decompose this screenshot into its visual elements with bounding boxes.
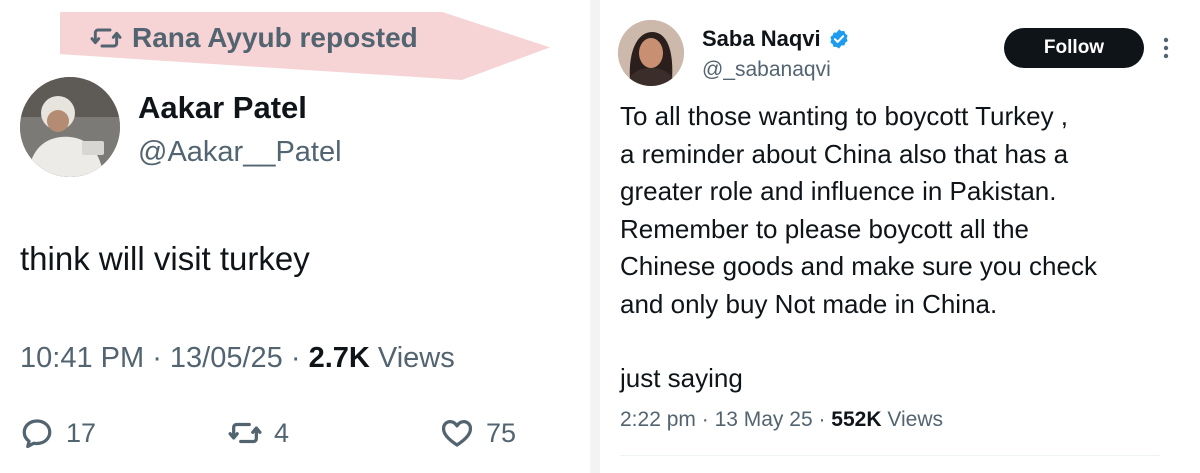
- author-handle[interactable]: @Aakar__Patel: [138, 136, 342, 169]
- author-name[interactable]: Saba Naqvi: [702, 26, 821, 52]
- repost-count: 4: [274, 417, 290, 448]
- like-button[interactable]: 75: [440, 416, 516, 450]
- tweet-text-line: greater role and influence in Pakistan.: [620, 176, 1057, 206]
- author-handle[interactable]: @_sabanaqvi: [702, 58, 850, 82]
- more-icon[interactable]: [1162, 36, 1170, 60]
- repost-context[interactable]: Rana Ayyub reposted: [90, 22, 418, 54]
- like-count: 75: [486, 417, 517, 448]
- divider: [620, 455, 1160, 456]
- tweet-meta: 10:41 PM · 13/05/25 · 2.7K Views: [20, 342, 455, 375]
- reply-button[interactable]: 17: [20, 416, 96, 450]
- reply-count: 17: [66, 417, 97, 448]
- tweet-text: think will visit turkey: [20, 240, 310, 277]
- verified-icon: [829, 29, 848, 49]
- tweet-text-line: Chinese goods and make sure you check: [620, 251, 1097, 281]
- author-info[interactable]: Saba Naqvi @_sabanaqvi: [702, 26, 850, 82]
- views-label: Views: [377, 342, 455, 374]
- meta-separator: ·: [152, 342, 170, 374]
- left-tweet-card: Rana Ayyub reposted Aakar Patel @Aakar__…: [0, 0, 590, 473]
- views-label: Views: [887, 408, 943, 431]
- repost-label: Rana Ayyub reposted: [132, 22, 418, 53]
- repost-icon: [228, 422, 262, 444]
- panel-gap: [590, 0, 600, 473]
- tweet-text-line: and only buy Not made in China.: [620, 288, 998, 319]
- reply-icon: [22, 419, 52, 449]
- tweet-text: To all those wanting to boycott Turkey ,…: [620, 98, 1195, 398]
- tweet-text-line: Remember to please boycott all the: [620, 213, 1029, 244]
- repost-icon: [90, 28, 122, 48]
- tweet-date[interactable]: 13 May 25: [715, 408, 813, 431]
- views-count: 2.7K: [308, 342, 370, 374]
- tweet-time[interactable]: 2:22 pm: [620, 408, 696, 431]
- tweet-time[interactable]: 10:41 PM: [20, 342, 144, 374]
- avatar[interactable]: [20, 77, 120, 177]
- author-info[interactable]: Aakar Patel @Aakar__Patel: [138, 90, 342, 169]
- avatar[interactable]: [618, 20, 684, 86]
- tweet-text-line: To all those wanting to boycott Turkey ,: [620, 101, 1069, 131]
- author-name[interactable]: Aakar Patel: [138, 90, 342, 126]
- like-icon: [441, 420, 473, 447]
- right-tweet-card: Saba Naqvi @_sabanaqvi Follow To all tho…: [600, 0, 1200, 473]
- follow-button[interactable]: Follow: [1004, 28, 1144, 68]
- tweet-actions: 17 4 75: [0, 416, 590, 456]
- tweet-meta: 2:22 pm · 13 May 25 · 552K Views: [620, 408, 943, 432]
- tweet-text-footer: just saying: [620, 363, 743, 393]
- repost-button[interactable]: 4: [228, 416, 289, 450]
- views-count: 552K: [831, 408, 882, 431]
- tweet-date[interactable]: 13/05/25: [170, 342, 283, 374]
- meta-separator: ·: [701, 408, 715, 431]
- meta-separator: ·: [290, 342, 309, 374]
- tweet-text-line: a reminder about China also that has a: [620, 138, 1069, 169]
- meta-separator: ·: [818, 408, 832, 431]
